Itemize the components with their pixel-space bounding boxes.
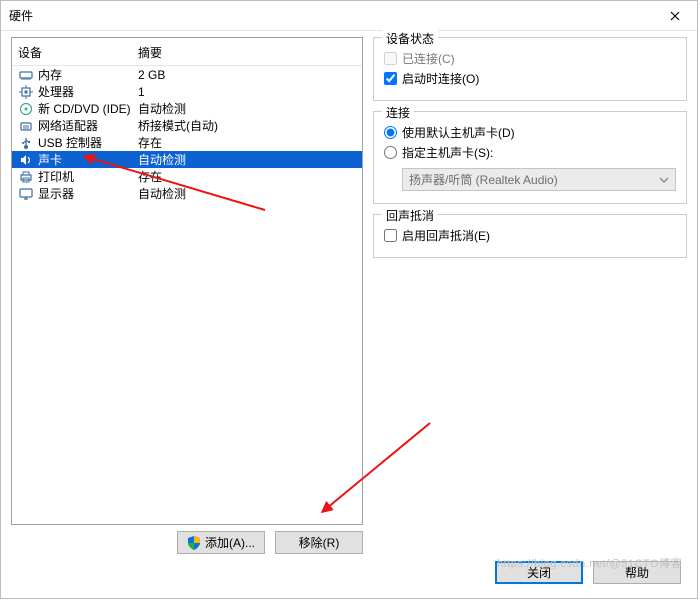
device-summary: 自动检测	[138, 100, 362, 117]
close-button[interactable]: 关闭	[495, 561, 583, 584]
checkbox-echo-cancel-label: 启用回声抵消(E)	[402, 227, 490, 244]
close-button-label: 关闭	[527, 564, 551, 581]
remove-button[interactable]: 移除(R)	[275, 531, 363, 554]
device-row[interactable]: 打印机 存在	[12, 168, 362, 185]
device-summary: 存在	[138, 168, 362, 185]
checkbox-connect-on-boot[interactable]: 启动时连接(O)	[384, 68, 676, 88]
remove-button-label: 移除(R)	[299, 534, 340, 551]
group-echo: 回声抵消 启用回声抵消(E)	[373, 214, 687, 258]
device-name: USB 控制器	[38, 134, 138, 151]
uac-shield-icon	[187, 536, 201, 550]
group-device-status: 设备状态 已连接(C) 启动时连接(O)	[373, 37, 687, 101]
device-rows: 内存 2 GB 处理器 1 新 CD/DVD (IDE) 自动检测 网络适配器 …	[12, 66, 362, 524]
device-name: 打印机	[38, 168, 138, 185]
add-button-label: 添加(A)...	[205, 534, 255, 551]
column-headers: 设备 摘要	[12, 38, 362, 65]
device-list[interactable]: 设备 摘要 内存 2 GB 处理器 1 新 CD/DVD (IDE) 自动检测 …	[11, 37, 363, 525]
checkbox-connected-input	[384, 52, 397, 65]
device-summary: 2 GB	[138, 68, 362, 82]
display-icon	[18, 186, 34, 202]
close-window-button[interactable]	[653, 1, 697, 31]
radio-specify-host[interactable]: 指定主机声卡(S):	[384, 142, 676, 162]
column-device: 设备	[18, 44, 138, 61]
radio-specify-host-input[interactable]	[384, 146, 397, 159]
dialog-footer: 关闭 帮助	[11, 554, 687, 590]
device-name: 声卡	[38, 151, 138, 168]
device-name: 内存	[38, 66, 138, 83]
right-pane: 设备状态 已连接(C) 启动时连接(O) 连接 使用默认主机声卡(D)	[373, 37, 687, 554]
network-icon	[18, 118, 34, 134]
device-row[interactable]: 内存 2 GB	[12, 66, 362, 83]
chevron-down-icon	[659, 173, 669, 187]
memory-icon	[18, 67, 34, 83]
window-title: 硬件	[9, 7, 653, 24]
device-name: 新 CD/DVD (IDE)	[38, 100, 138, 117]
disc-icon	[18, 101, 34, 117]
radio-specify-host-label: 指定主机声卡(S):	[402, 144, 493, 161]
checkbox-connected-label: 已连接(C)	[402, 50, 455, 67]
sound-icon	[18, 152, 34, 168]
radio-use-default[interactable]: 使用默认主机声卡(D)	[384, 122, 676, 142]
close-icon	[670, 11, 680, 21]
checkbox-connect-on-boot-input[interactable]	[384, 72, 397, 85]
device-name: 显示器	[38, 185, 138, 202]
usb-icon	[18, 135, 34, 151]
device-summary: 存在	[138, 134, 362, 151]
device-summary: 自动检测	[138, 185, 362, 202]
group-connection: 连接 使用默认主机声卡(D) 指定主机声卡(S): 扬声器/听筒 (Realte…	[373, 111, 687, 204]
legend-echo: 回声抵消	[382, 207, 438, 224]
hardware-dialog: 硬件 设备 摘要 内存 2 GB 处理器 1 新 CD/DVD (IDE) 自动…	[0, 0, 698, 599]
device-row[interactable]: 声卡 自动检测	[12, 151, 362, 168]
titlebar: 硬件	[1, 1, 697, 31]
device-row[interactable]: 网络适配器 桥接模式(自动)	[12, 117, 362, 134]
radio-use-default-input[interactable]	[384, 126, 397, 139]
device-summary: 自动检测	[138, 151, 362, 168]
radio-use-default-label: 使用默认主机声卡(D)	[402, 124, 515, 141]
device-list-buttons: 添加(A)... 移除(R)	[11, 525, 363, 554]
device-row[interactable]: USB 控制器 存在	[12, 134, 362, 151]
checkbox-echo-cancel-input[interactable]	[384, 229, 397, 242]
device-summary: 1	[138, 85, 362, 99]
device-name: 处理器	[38, 83, 138, 100]
add-button[interactable]: 添加(A)...	[177, 531, 265, 554]
legend-status: 设备状态	[382, 30, 438, 47]
column-summary: 摘要	[138, 44, 362, 61]
device-row[interactable]: 显示器 自动检测	[12, 185, 362, 202]
checkbox-connect-on-boot-label: 启动时连接(O)	[402, 70, 479, 87]
left-pane: 设备 摘要 内存 2 GB 处理器 1 新 CD/DVD (IDE) 自动检测 …	[11, 37, 363, 554]
device-row[interactable]: 处理器 1	[12, 83, 362, 100]
device-summary: 桥接模式(自动)	[138, 117, 362, 134]
host-soundcard-value: 扬声器/听筒 (Realtek Audio)	[409, 171, 558, 188]
checkbox-echo-cancel[interactable]: 启用回声抵消(E)	[384, 225, 676, 245]
cpu-icon	[18, 84, 34, 100]
device-row[interactable]: 新 CD/DVD (IDE) 自动检测	[12, 100, 362, 117]
legend-connection: 连接	[382, 104, 414, 121]
checkbox-connected: 已连接(C)	[384, 48, 676, 68]
split-pane: 设备 摘要 内存 2 GB 处理器 1 新 CD/DVD (IDE) 自动检测 …	[11, 37, 687, 554]
device-name: 网络适配器	[38, 117, 138, 134]
help-button-label: 帮助	[625, 564, 649, 581]
help-button[interactable]: 帮助	[593, 561, 681, 584]
printer-icon	[18, 169, 34, 185]
host-soundcard-combo: 扬声器/听筒 (Realtek Audio)	[402, 168, 676, 191]
dialog-body: 设备 摘要 内存 2 GB 处理器 1 新 CD/DVD (IDE) 自动检测 …	[1, 31, 697, 598]
